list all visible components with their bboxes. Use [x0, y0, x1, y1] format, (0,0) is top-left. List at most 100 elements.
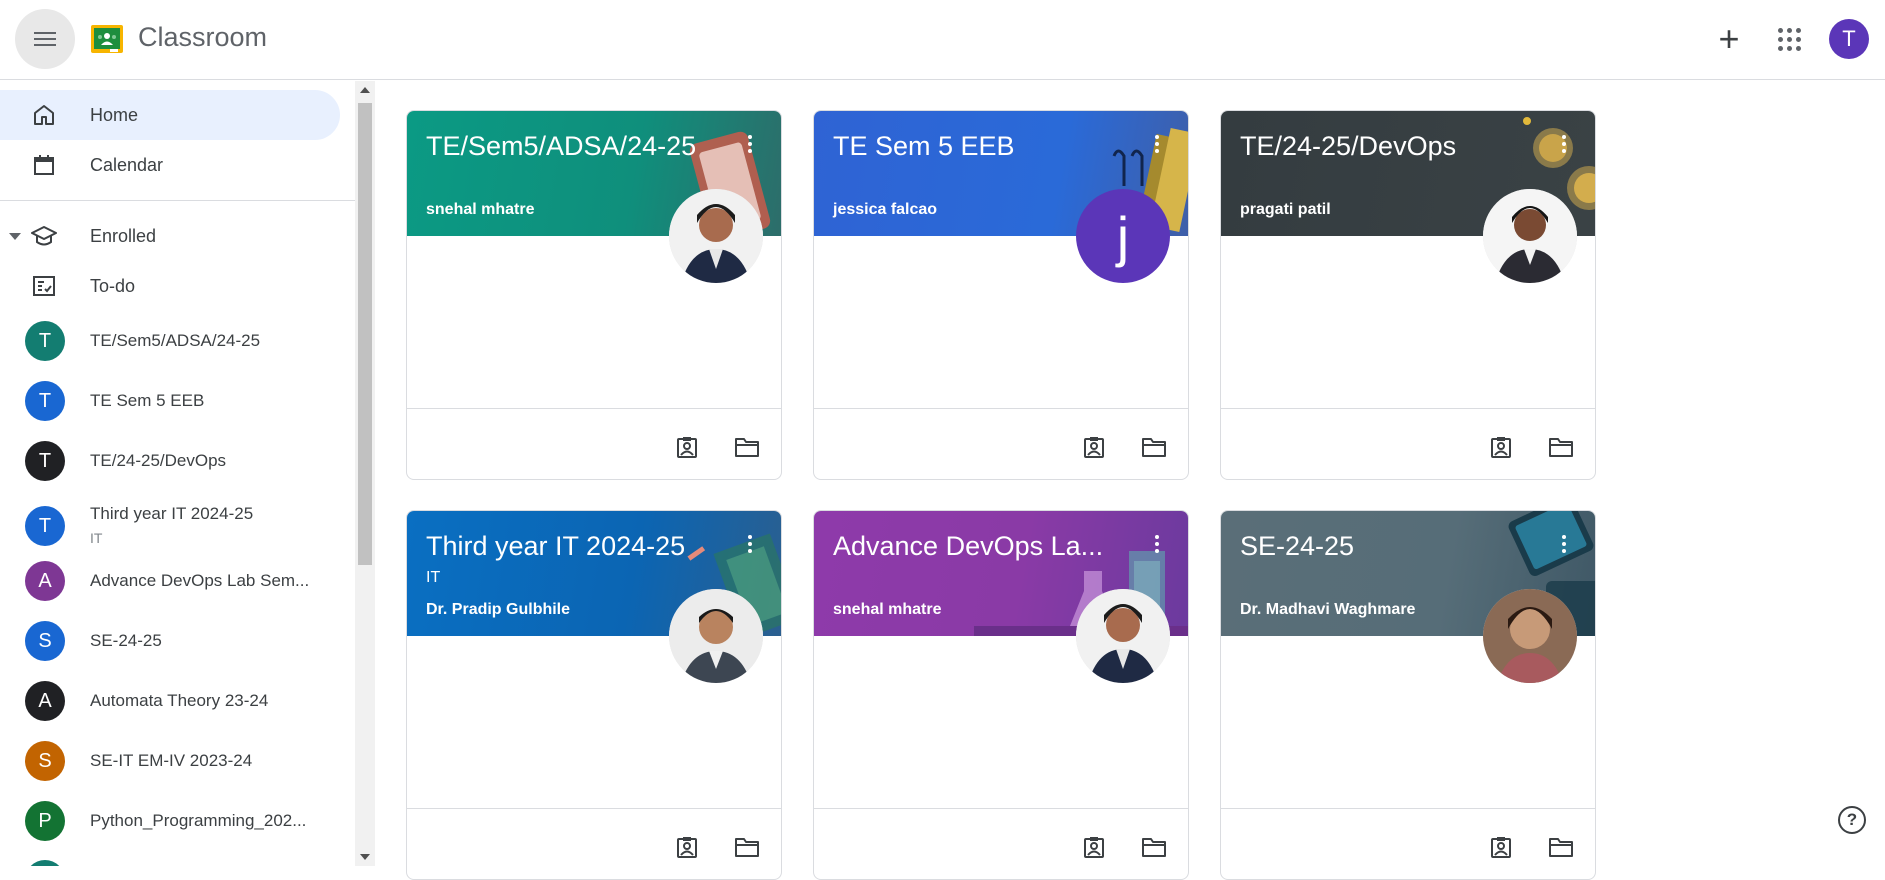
card-divider	[814, 808, 1188, 809]
sidebar-class-label: Automata Theory 23-24	[90, 691, 269, 710]
calendar-icon	[30, 151, 58, 179]
drive-folder-icon[interactable]	[1140, 433, 1168, 461]
sidebar-class-item[interactable]: P Python_Programming_202...	[0, 796, 340, 846]
class-card[interactable]: SE-24-25 Dr. Madhavi Waghmare	[1220, 510, 1596, 880]
your-work-portfolio-icon[interactable]	[673, 833, 701, 861]
more-options-icon[interactable]	[1561, 135, 1567, 156]
sidebar-class-label: Advance DevOps Lab Sem...	[90, 571, 310, 590]
card-divider	[1221, 408, 1595, 409]
card-divider	[1221, 808, 1595, 809]
class-card[interactable]: TE/Sem5/ADSA/24-25 snehal mhatre	[406, 110, 782, 480]
scrollbar-thumb[interactable]	[358, 103, 372, 565]
graduation-cap-icon	[30, 222, 58, 250]
more-options-icon[interactable]	[747, 135, 753, 156]
collapse-caret-icon[interactable]	[9, 233, 21, 240]
sidebar-class-item[interactable]: T TE/Sem5/ADSA/24-25	[0, 316, 340, 366]
sidebar-divider	[0, 200, 355, 201]
class-initial-avatar: S	[25, 741, 65, 781]
sidebar-class-item[interactable]: A Advance DevOps Lab Sem...	[0, 556, 340, 606]
class-initial-avatar: A	[25, 561, 65, 601]
more-options-icon[interactable]	[1154, 135, 1160, 156]
sidebar-scrollbar[interactable]	[355, 81, 375, 866]
class-card[interactable]: TE Sem 5 EEB jessica falcao j	[813, 110, 1189, 480]
main-menu-button[interactable]	[15, 9, 75, 69]
account-avatar[interactable]: T	[1829, 19, 1869, 59]
todo-checklist-icon	[30, 272, 58, 300]
scroll-up-arrow-icon[interactable]	[360, 87, 370, 93]
sidebar-class-item[interactable]: S SE-IT EM-IV 2023-24	[0, 736, 340, 786]
scroll-down-arrow-icon[interactable]	[360, 854, 370, 860]
class-title[interactable]: TE Sem 5 EEB	[833, 131, 1015, 162]
drive-folder-icon[interactable]	[1547, 833, 1575, 861]
sidebar-item-label: Calendar	[90, 154, 164, 175]
teacher-avatar	[1483, 189, 1577, 283]
teacher-name[interactable]: Dr. Madhavi Waghmare	[1240, 601, 1415, 619]
class-initial-avatar: S	[25, 621, 65, 661]
sidebar-class-item[interactable]: S SE-24-25	[0, 616, 340, 666]
your-work-portfolio-icon[interactable]	[1487, 833, 1515, 861]
class-initial-avatar: T	[25, 381, 65, 421]
sidebar-class-label: TE/24-25/DevOps	[90, 451, 227, 470]
sidebar-item-home[interactable]: Home	[0, 90, 340, 140]
teacher-avatar	[669, 189, 763, 283]
class-initial-avatar: T	[25, 506, 65, 546]
class-title[interactable]: Third year IT 2024-25	[426, 531, 685, 562]
your-work-portfolio-icon[interactable]	[1080, 433, 1108, 461]
class-initial-avatar: T	[25, 441, 65, 481]
drive-folder-icon[interactable]	[733, 833, 761, 861]
sidebar-class-item[interactable]: A Automata Theory 23-24	[0, 676, 340, 726]
sidebar-class-label: TE Sem 5 EEB	[90, 391, 205, 410]
teacher-avatar	[1483, 589, 1577, 683]
card-divider	[814, 408, 1188, 409]
sidebar-item-calendar[interactable]: Calendar	[0, 140, 340, 190]
sidebar-item-todo[interactable]: To-do	[0, 261, 340, 311]
teacher-name[interactable]: jessica falcao	[833, 201, 937, 219]
drive-folder-icon[interactable]	[733, 433, 761, 461]
teacher-avatar: j	[1076, 189, 1170, 283]
more-options-icon[interactable]	[1561, 535, 1567, 556]
home-icon	[30, 101, 58, 129]
top-app-bar: Classroom + T	[0, 0, 1885, 80]
sidebar-class-item[interactable]: T Third year IT 2024-25 IT	[0, 496, 340, 556]
class-card[interactable]: TE/24-25/DevOps pragati patil	[1220, 110, 1596, 480]
class-card[interactable]: Advance DevOps La... snehal mhatre	[813, 510, 1189, 880]
hamburger-icon	[34, 28, 56, 50]
sidebar-class-label: Third year IT 2024-25	[90, 504, 254, 523]
sidebar-item-enrolled[interactable]: Enrolled	[0, 211, 340, 261]
card-divider	[407, 808, 781, 809]
sidebar-class-label: TE/Sem5/ADSA/24-25	[90, 331, 261, 350]
sidebar-class-label: SE-IT EM-IV 2023-24	[90, 751, 253, 770]
class-initial-avatar: P	[25, 801, 65, 841]
teacher-name[interactable]: Dr. Pradip Gulbhile	[426, 601, 570, 619]
more-options-icon[interactable]	[1154, 535, 1160, 556]
sidebar-class-label: SE-24-25	[90, 631, 162, 650]
teacher-name[interactable]: pragati patil	[1240, 201, 1331, 219]
teacher-avatar	[669, 589, 763, 683]
class-title[interactable]: TE/Sem5/ADSA/24-25	[426, 131, 696, 162]
drive-folder-icon[interactable]	[1140, 833, 1168, 861]
teacher-name[interactable]: snehal mhatre	[426, 201, 534, 219]
class-card[interactable]: Third year IT 2024-25 IT Dr. Pradip Gulb…	[406, 510, 782, 880]
class-section: IT	[426, 569, 441, 586]
sidebar-class-item[interactable]: T TE/24-25/DevOps	[0, 436, 340, 486]
google-apps-icon[interactable]	[1769, 19, 1809, 59]
class-initial-avatar: A	[25, 681, 65, 721]
your-work-portfolio-icon[interactable]	[1080, 833, 1108, 861]
sidebar-class-section: IT	[90, 530, 103, 546]
sidebar-item-label: Enrolled	[90, 225, 157, 246]
class-title[interactable]: SE-24-25	[1240, 531, 1354, 562]
help-question-icon[interactable]: ?	[1838, 806, 1866, 834]
teacher-name[interactable]: snehal mhatre	[833, 601, 941, 619]
card-divider	[407, 408, 781, 409]
add-class-plus-icon[interactable]: +	[1709, 19, 1749, 59]
your-work-portfolio-icon[interactable]	[1487, 433, 1515, 461]
class-title[interactable]: Advance DevOps La...	[833, 531, 1103, 562]
drive-folder-icon[interactable]	[1547, 433, 1575, 461]
app-title[interactable]: Classroom	[138, 22, 267, 53]
sidebar-class-item[interactable]: T TE Sem 5 EEB	[0, 376, 340, 426]
sidebar: Home Calendar Enrolled To-do T TE/Sem5/A…	[0, 81, 355, 866]
class-initial-avatar-partial	[25, 860, 65, 866]
more-options-icon[interactable]	[747, 535, 753, 556]
class-title[interactable]: TE/24-25/DevOps	[1240, 131, 1456, 162]
your-work-portfolio-icon[interactable]	[673, 433, 701, 461]
